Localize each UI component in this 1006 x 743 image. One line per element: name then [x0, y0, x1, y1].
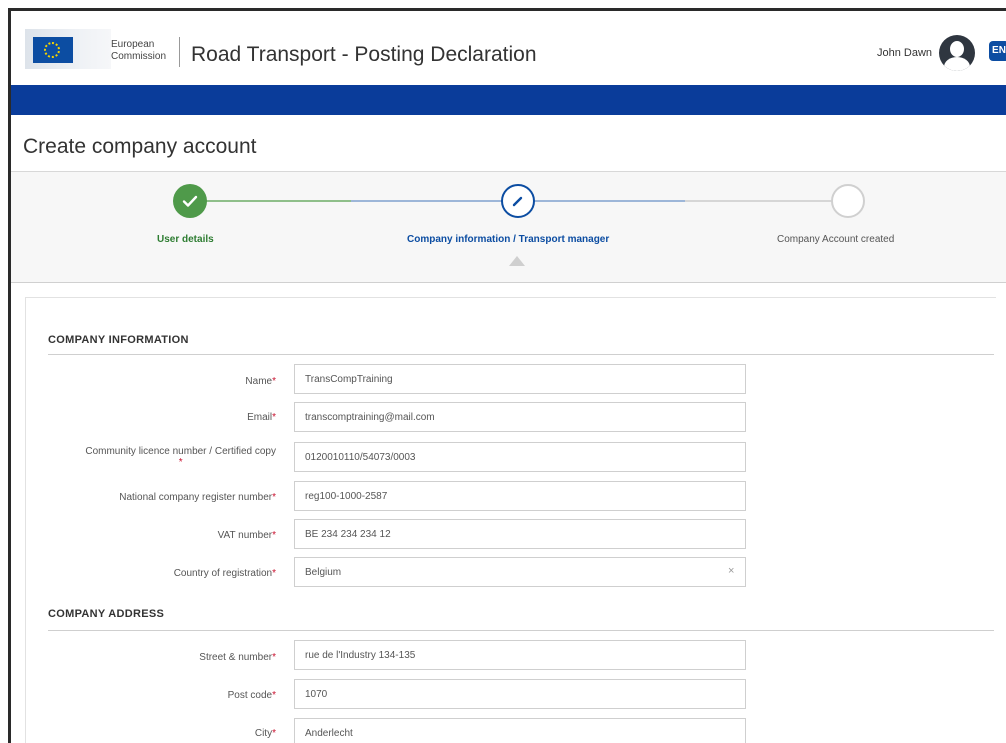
clear-icon[interactable]: ×	[728, 565, 734, 577]
field-label-street: Street & number*	[199, 652, 276, 663]
user-name[interactable]: John Dawn	[877, 47, 932, 59]
step-label-user-details: User details	[157, 234, 214, 245]
step-connector-current	[351, 200, 521, 202]
field-label-email: Email*	[247, 412, 276, 423]
section-divider	[48, 630, 994, 631]
eu-logo-text: European Commission	[111, 39, 166, 63]
step-connector-done	[193, 200, 351, 202]
street-input[interactable]	[294, 640, 746, 670]
step-1-check-icon	[173, 184, 207, 218]
divider	[11, 282, 1006, 283]
name-input[interactable]	[294, 364, 746, 394]
licence-number-input[interactable]	[294, 442, 746, 472]
vat-number-input[interactable]	[294, 519, 746, 549]
step-2-pencil-icon	[501, 184, 535, 218]
eu-label-line2: Commission	[111, 51, 167, 62]
step-label-company-information: Company information / Transport manager	[407, 234, 610, 245]
user-avatar-icon[interactable]	[939, 35, 975, 71]
email-input[interactable]	[294, 402, 746, 432]
step-3-circle-icon	[831, 184, 865, 218]
page-title: Create company account	[23, 135, 257, 158]
app-window: European Commission Road Transport - Pos…	[8, 8, 1006, 743]
postcode-input[interactable]	[294, 679, 746, 709]
nav-bar	[11, 85, 1006, 115]
eu-label-line1: European	[111, 39, 155, 50]
eu-flag-icon	[33, 37, 73, 63]
section-heading-company-address: COMPANY ADDRESS	[48, 608, 165, 620]
field-label-licence: Community licence number / Certified cop…	[85, 446, 276, 468]
field-label-country: Country of registration*	[173, 568, 276, 579]
section-divider	[48, 354, 994, 355]
field-label-city: City*	[254, 728, 276, 739]
field-label-postcode: Post code*	[227, 690, 276, 701]
city-input[interactable]	[294, 718, 746, 743]
company-form: COMPANY INFORMATION Name* Email* Communi…	[25, 297, 996, 743]
field-label-register: National company register number*	[119, 492, 276, 503]
step-connector-current-right	[521, 200, 685, 202]
progress-stepper: User details Company information / Trans…	[11, 172, 1006, 282]
company-register-input[interactable]	[294, 481, 746, 511]
language-selector[interactable]: EN	[989, 41, 1006, 61]
app-title: Road Transport - Posting Declaration	[191, 43, 537, 66]
header: European Commission Road Transport - Pos…	[11, 11, 1006, 85]
logo-separator	[179, 37, 180, 67]
field-label-name: Name*	[245, 376, 276, 387]
current-step-pointer	[509, 256, 525, 266]
field-label-vat: VAT number*	[217, 530, 276, 541]
step-connector-pending	[685, 200, 845, 202]
country-select[interactable]	[294, 557, 746, 587]
section-heading-company-information: COMPANY INFORMATION	[48, 334, 189, 346]
step-label-account-created: Company Account created	[777, 234, 895, 245]
